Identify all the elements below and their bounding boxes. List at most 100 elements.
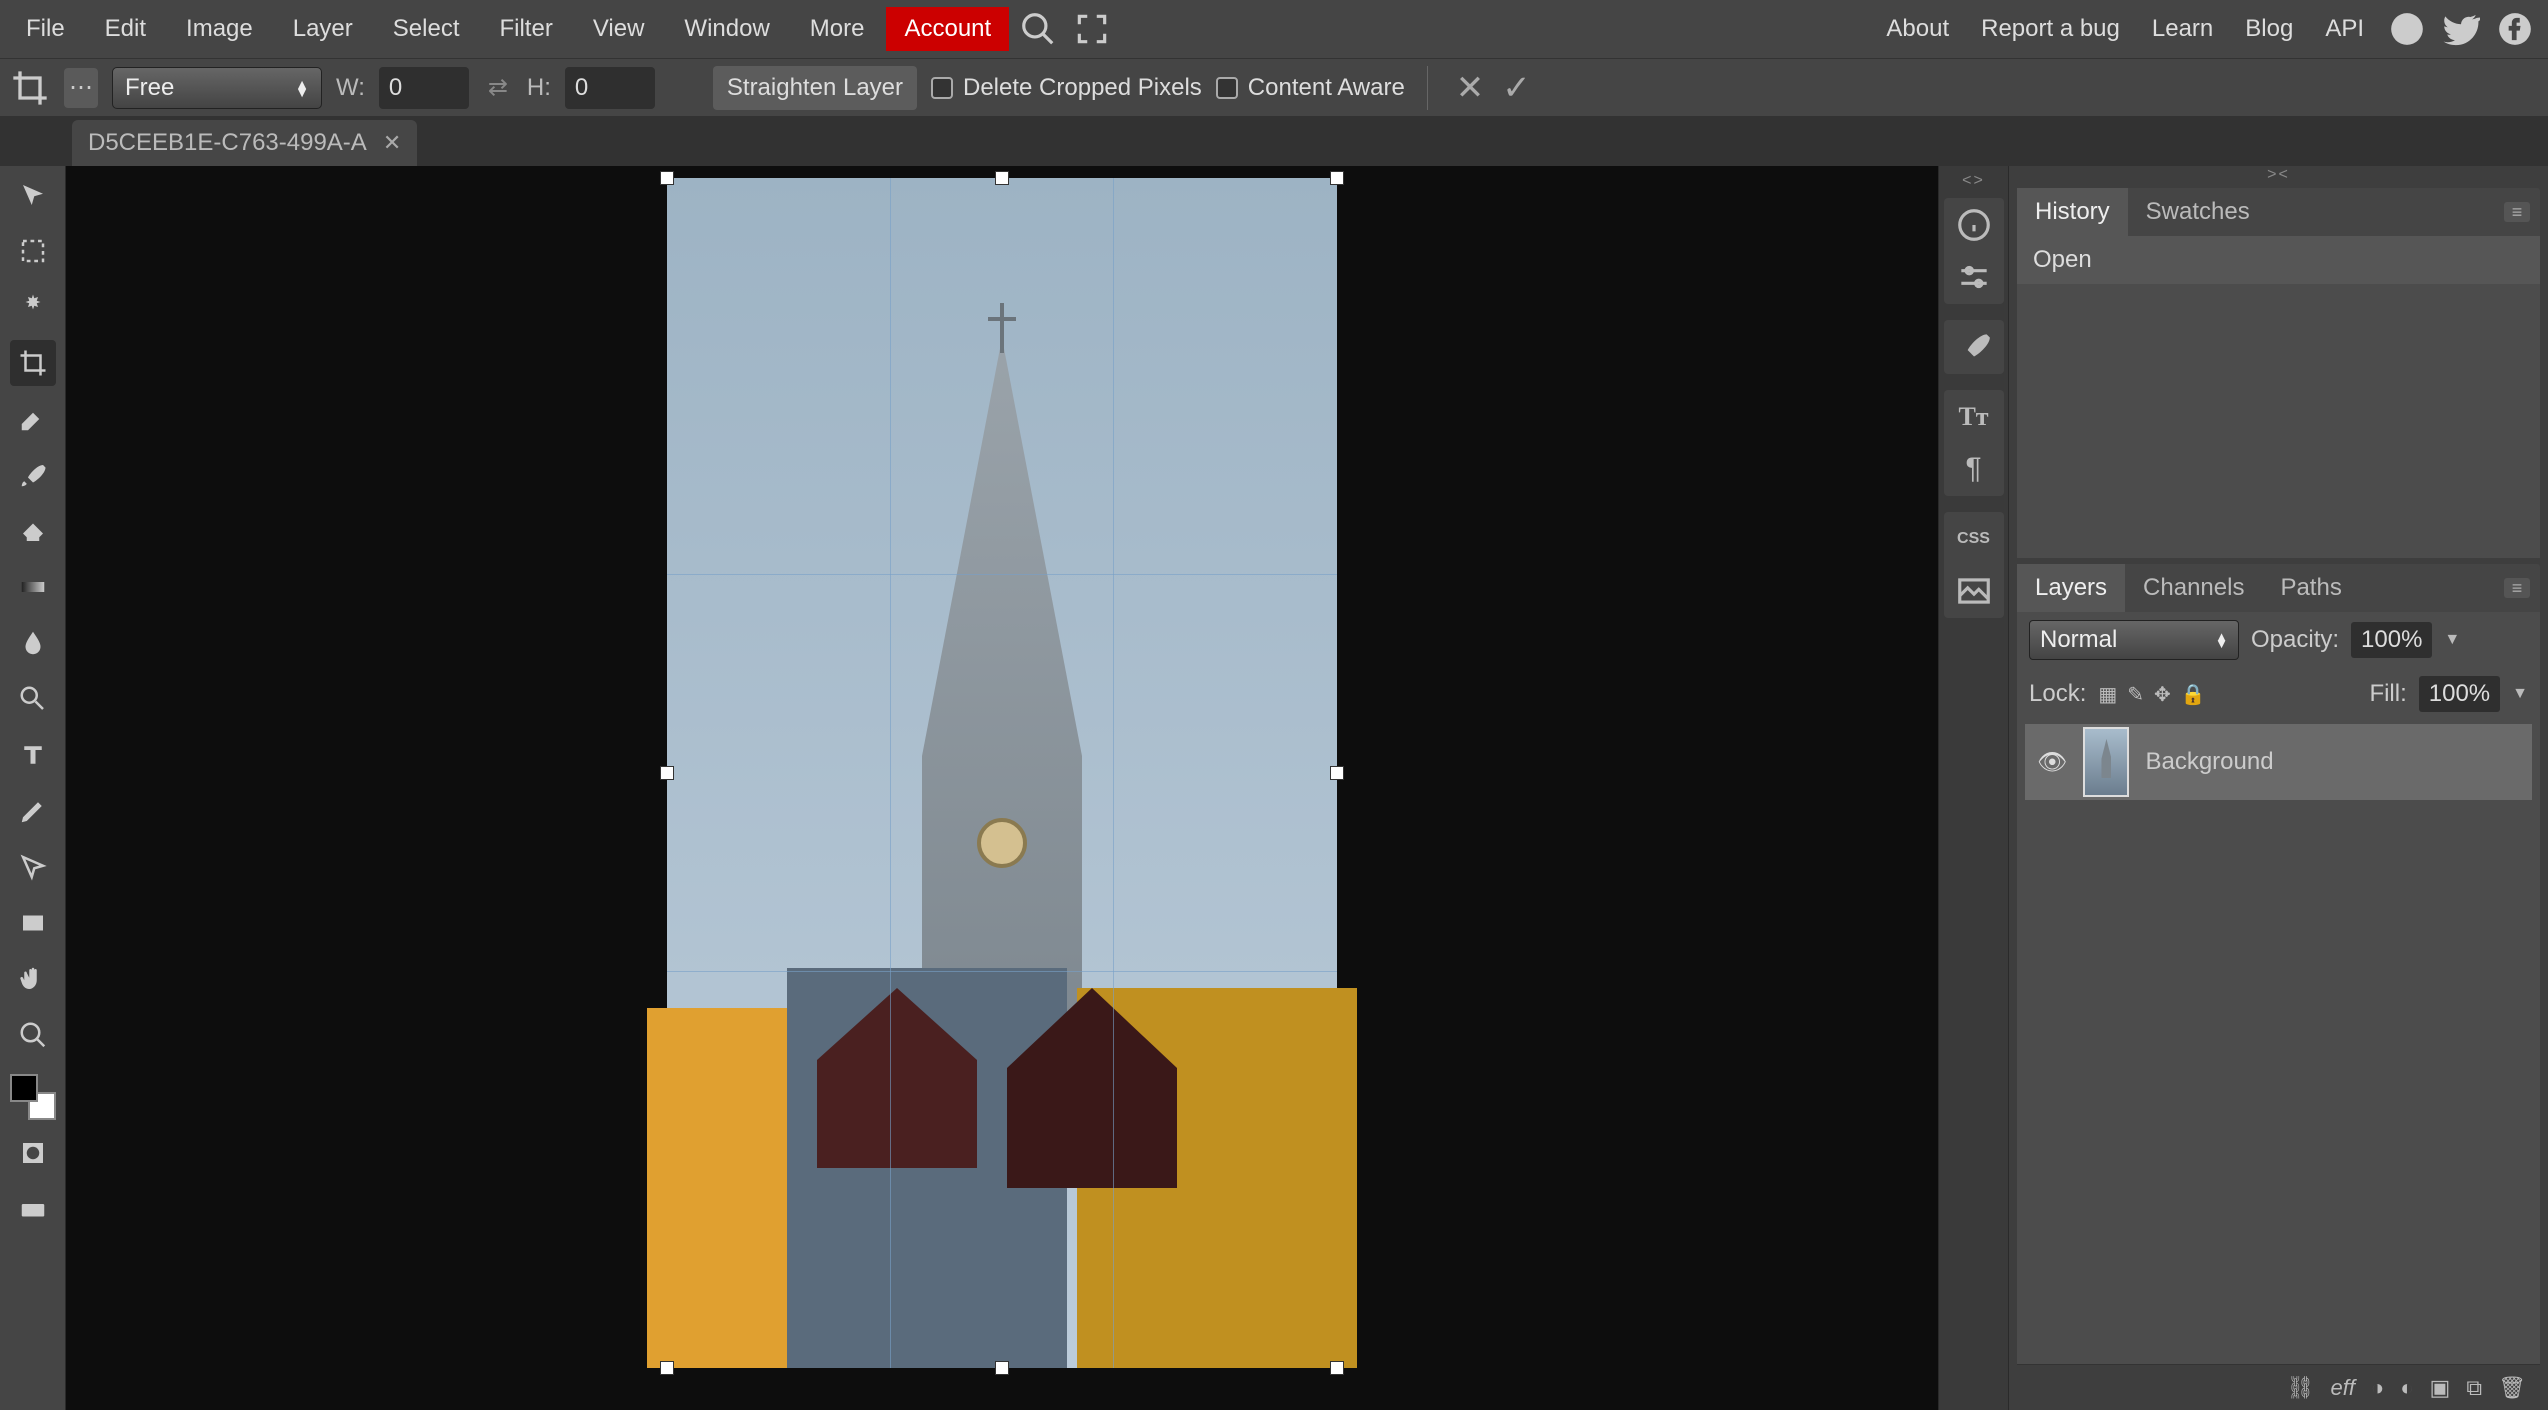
blend-mode-select[interactable]: Normal ▲▼ [2029,620,2239,660]
crop-handle[interactable] [1330,766,1344,780]
menu-bar: File Edit Image Layer Select Filter View… [0,0,2548,58]
lock-transparency-icon[interactable]: ▦ [2098,682,2117,707]
menu-edit[interactable]: Edit [87,7,164,51]
path-select-tool[interactable] [10,844,56,890]
facebook-icon[interactable] [2496,10,2534,48]
tab-history[interactable]: History [2017,188,2128,236]
magic-wand-tool[interactable] [10,284,56,330]
dodge-tool[interactable] [10,676,56,722]
marquee-tool[interactable] [10,228,56,274]
opacity-dropdown-icon[interactable]: ▼ [2444,631,2460,649]
hand-tool[interactable] [10,956,56,1002]
tab-channels[interactable]: Channels [2125,564,2262,612]
crop-handle[interactable] [660,1361,674,1375]
link-api[interactable]: API [2311,7,2378,51]
menu-image[interactable]: Image [168,7,271,51]
brush-tool[interactable] [10,452,56,498]
menu-view[interactable]: View [575,7,663,51]
brush-panel-icon[interactable] [1955,328,1993,366]
crop-tool[interactable] [10,340,56,386]
lock-all-icon[interactable]: 🔒 [2181,682,2206,707]
link-blog[interactable]: Blog [2231,7,2307,51]
new-folder-icon[interactable]: ▣ [2430,1375,2451,1401]
layer-mask-icon[interactable]: ◑ [2371,1375,2384,1401]
info-panel-icon[interactable] [1955,206,1993,244]
color-swatch[interactable] [10,1074,56,1120]
tab-layers[interactable]: Layers [2017,564,2125,612]
layer-item[interactable]: 👁 Background [2025,724,2532,800]
eraser-tool[interactable] [10,396,56,442]
menu-file[interactable]: File [8,7,83,51]
menu-account[interactable]: Account [886,7,1009,51]
quick-mask-tool[interactable] [10,1130,56,1176]
panel-menu-icon[interactable]: ≡ [2504,578,2530,598]
twitter-icon[interactable] [2442,10,2480,48]
collapse-panels-icon[interactable]: >< [2009,166,2548,182]
crop-handle[interactable] [995,1361,1009,1375]
delete-cropped-checkbox[interactable]: Delete Cropped Pixels [931,74,1202,102]
move-tool[interactable] [10,172,56,218]
clone-stamp-tool[interactable] [10,508,56,554]
layer-visibility-icon[interactable]: 👁 [2037,748,2067,777]
crop-handle[interactable] [660,766,674,780]
tab-paths[interactable]: Paths [2262,564,2359,612]
tab-swatches[interactable]: Swatches [2128,188,2268,236]
cancel-crop-icon[interactable]: ✕ [1456,68,1485,108]
link-about[interactable]: About [1872,7,1963,51]
css-panel-icon[interactable]: CSS [1955,520,1993,558]
straighten-layer-button[interactable]: Straighten Layer [713,66,917,110]
opacity-input[interactable]: 100% [2351,622,2432,658]
lock-position-icon[interactable]: ✥ [2154,682,2171,707]
layer-thumbnail[interactable] [2083,727,2129,797]
layer-effects-icon[interactable]: eff [2330,1375,2354,1401]
zoom-tool[interactable] [10,1012,56,1058]
document-tab[interactable]: D5CEEB1E-C763-499A-A ✕ [72,120,417,166]
panel-menu-icon[interactable]: ≡ [2504,202,2530,222]
search-icon[interactable] [1019,10,1057,48]
adjustment-layer-icon[interactable]: ◐ [2400,1375,2413,1401]
width-input[interactable]: 0 [379,67,469,109]
lock-pixels-icon[interactable]: ✎ [2127,682,2144,707]
fill-dropdown-icon[interactable]: ▼ [2512,685,2528,703]
history-item[interactable]: Open [2017,236,2540,284]
reddit-icon[interactable] [2388,10,2426,48]
collapse-icon[interactable]: <> [1962,172,1985,188]
menu-more[interactable]: More [792,7,883,51]
height-input[interactable]: 0 [565,67,655,109]
canvas-area[interactable] [66,166,1938,1410]
type-tool[interactable] [10,732,56,778]
fill-input[interactable]: 100% [2419,676,2500,712]
canvas[interactable] [667,178,1337,1368]
width-label: W: [336,74,365,102]
crop-handle[interactable] [1330,171,1344,185]
fullscreen-icon[interactable] [1073,10,1111,48]
gradient-tool[interactable] [10,564,56,610]
delete-layer-icon[interactable]: 🗑 [2498,1375,2526,1401]
rectangle-tool[interactable] [10,900,56,946]
image-panel-icon[interactable] [1955,572,1993,610]
crop-handle[interactable] [995,171,1009,185]
link-learn[interactable]: Learn [2138,7,2227,51]
crop-handle[interactable] [1330,1361,1344,1375]
menu-layer[interactable]: Layer [275,7,371,51]
character-panel-icon[interactable]: Tт [1955,398,1993,436]
foreground-color[interactable] [10,1074,38,1102]
menu-select[interactable]: Select [375,7,478,51]
paragraph-panel-icon[interactable]: ¶ [1955,450,1993,488]
menu-window[interactable]: Window [666,7,787,51]
link-layers-icon[interactable]: ⛓ [2287,1375,2315,1401]
aspect-ratio-select[interactable]: Free ▲▼ [112,67,322,109]
tool-preset-button[interactable]: ⋯ [64,68,98,108]
keyboard-icon[interactable] [10,1186,56,1232]
new-layer-icon[interactable]: ⧉ [2466,1375,2482,1401]
swap-wh-icon[interactable]: ⇄ [483,73,513,102]
link-report-bug[interactable]: Report a bug [1967,7,2134,51]
menu-filter[interactable]: Filter [481,7,570,51]
adjustments-panel-icon[interactable] [1955,258,1993,296]
close-tab-icon[interactable]: ✕ [383,130,401,156]
pen-tool[interactable] [10,788,56,834]
blur-tool[interactable] [10,620,56,666]
content-aware-checkbox[interactable]: Content Aware [1216,74,1405,102]
crop-handle[interactable] [660,171,674,185]
commit-crop-icon[interactable]: ✓ [1502,68,1531,108]
